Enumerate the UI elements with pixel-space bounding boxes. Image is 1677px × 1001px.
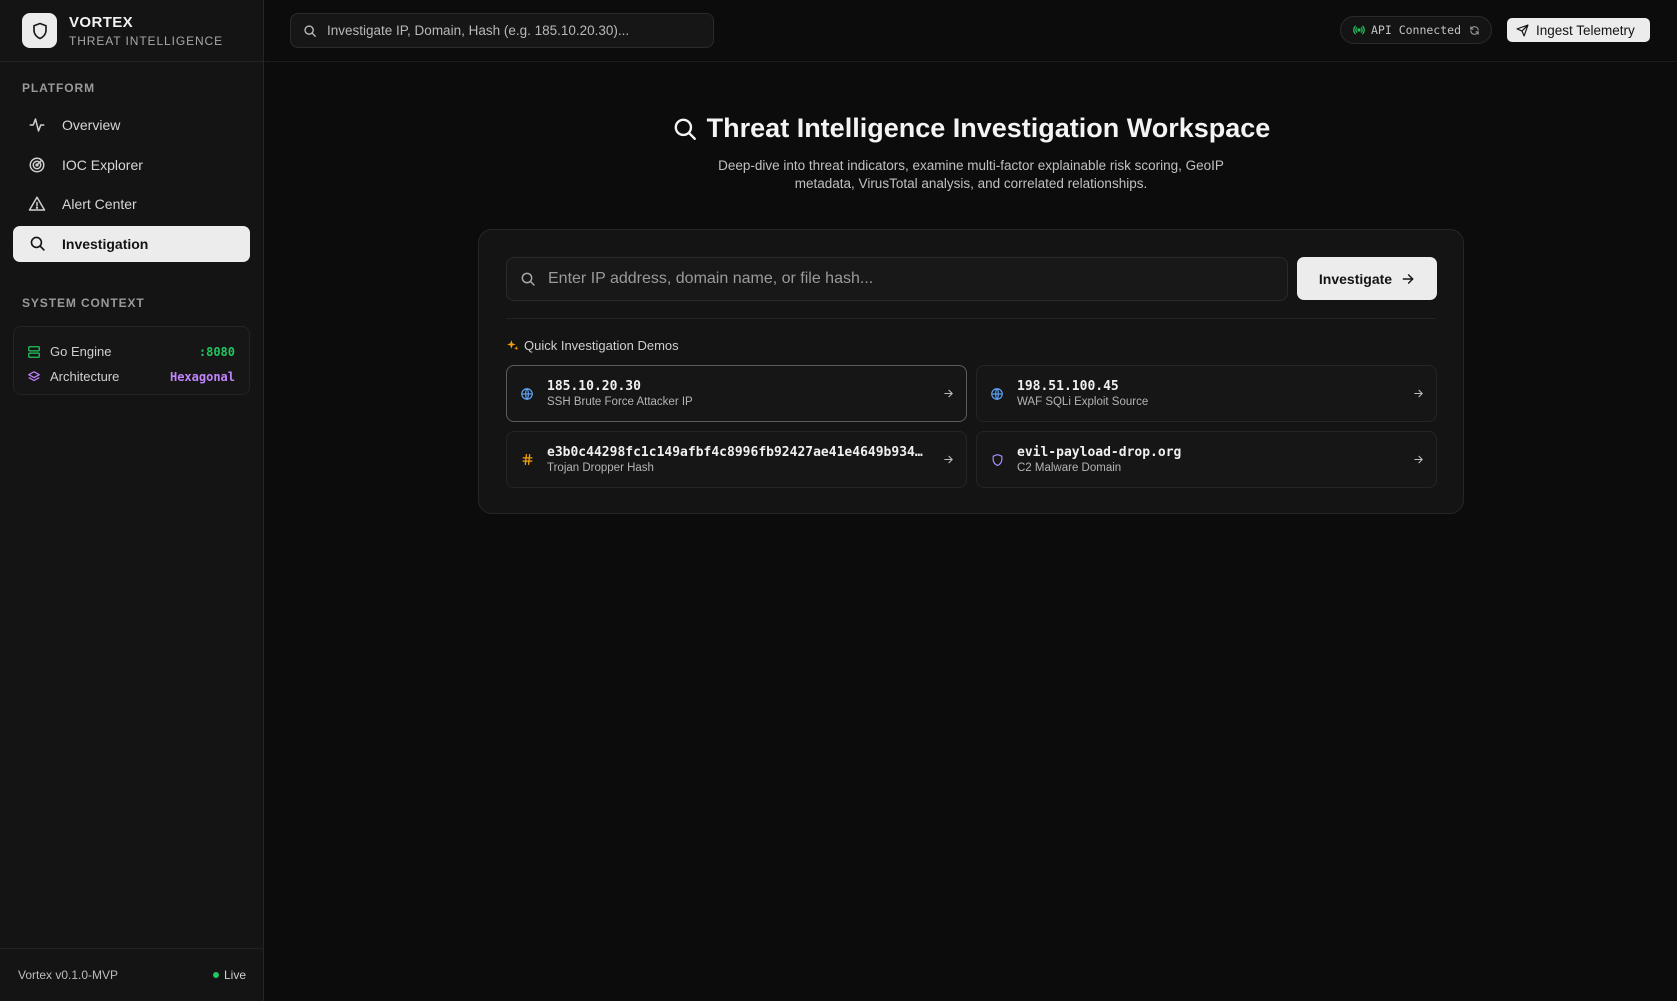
global-search[interactable] (290, 13, 714, 48)
demo-card-trojan-hash[interactable]: e3b0c44298fc1c149afbf4c8996fb92427ae41e4… (506, 431, 967, 488)
demo-description: C2 Malware Domain (1017, 462, 1122, 474)
demo-card-c2-domain[interactable]: evil-payload-drop.org C2 Malware Domain (976, 431, 1437, 488)
arrow-right-icon (1400, 388, 1436, 399)
arrow-right-icon (930, 454, 966, 465)
live-status-label: Live (223, 968, 246, 982)
sparkles-icon (506, 339, 519, 352)
sidebar-item-label: Alert Center (62, 196, 137, 212)
page-title-text: Threat Intelligence Investigation Worksp… (706, 113, 1271, 143)
context-value: Hexagonal (169, 369, 235, 384)
quick-demos-label: Quick Investigation Demos (506, 338, 679, 353)
ingest-telemetry-label: Ingest Telemetry (1536, 22, 1635, 38)
demo-value: e3b0c44298fc1c149afbf4c8996fb92427ae41e4… (547, 445, 930, 460)
quick-demos-label-text: Quick Investigation Demos (524, 338, 679, 353)
context-label: Go Engine (50, 344, 112, 359)
context-row-architecture: Architecture Hexagonal (27, 364, 235, 389)
search-icon (520, 271, 536, 287)
demo-value: 185.10.20.30 (547, 379, 641, 394)
page-title: Threat Intelligence Investigation Worksp… (672, 113, 1271, 144)
hash-icon (519, 453, 535, 466)
globe-icon (519, 387, 535, 401)
indicator-search[interactable] (506, 257, 1288, 301)
broadcast-icon (1353, 24, 1365, 36)
globe-icon (989, 387, 1005, 401)
context-label: Architecture (50, 369, 120, 384)
ingest-telemetry-button[interactable]: Ingest Telemetry (1507, 18, 1650, 42)
page-description: Deep-dive into threat indicators, examin… (718, 157, 1224, 191)
demo-card-ssh-brute-force[interactable]: 185.10.20.30 SSH Brute Force Attacker IP (506, 365, 967, 422)
sidebar: VORTEX THREAT INTELLIGENCE PLATFORM Over… (0, 0, 264, 1001)
sidebar-item-ioc-explorer[interactable]: IOC Explorer (13, 147, 250, 183)
card-divider (506, 318, 1436, 319)
arrow-right-icon (1400, 454, 1436, 465)
alert-triangle-icon (27, 194, 47, 214)
demo-description: SSH Brute Force Attacker IP (547, 396, 693, 408)
demo-description: WAF SQLi Exploit Source (1017, 396, 1149, 408)
demo-description: Trojan Dropper Hash (547, 462, 654, 474)
sidebar-footer: Vortex v0.1.0-MVP Live (0, 948, 264, 1001)
search-icon (672, 116, 698, 142)
topbar: API Connected Ingest Telemetry (265, 0, 1677, 62)
brand-subtitle: THREAT INTELLIGENCE (69, 33, 224, 48)
demo-value: 198.51.100.45 (1017, 379, 1119, 394)
workspace-header: Threat Intelligence Investigation Worksp… (265, 113, 1677, 193)
version-label: Vortex v0.1.0-MVP (18, 968, 119, 982)
sidebar-item-overview[interactable]: Overview (13, 107, 250, 143)
search-icon (27, 234, 47, 254)
demo-card-waf-sqli[interactable]: 198.51.100.45 WAF SQLi Exploit Source (976, 365, 1437, 422)
system-context-label: SYSTEM CONTEXT (22, 296, 145, 310)
context-value: :8080 (198, 344, 235, 359)
shield-icon (989, 453, 1005, 467)
investigate-button-label: Investigate (1318, 270, 1393, 287)
layers-icon (27, 370, 41, 384)
global-search-input[interactable] (327, 23, 713, 38)
sidebar-item-label: Investigation (62, 235, 149, 252)
activity-icon (27, 115, 47, 135)
sidebar-item-label: Overview (62, 117, 121, 133)
search-icon (303, 24, 317, 38)
refresh-icon[interactable] (1469, 25, 1480, 36)
demo-value: evil-payload-drop.org (1017, 445, 1182, 460)
context-row-go-engine: Go Engine :8080 (27, 339, 235, 364)
shield-logo-icon (22, 13, 57, 48)
status-dot-icon (212, 972, 219, 978)
sidebar-item-label: IOC Explorer (62, 156, 143, 173)
brand-name: VORTEX (69, 13, 134, 31)
platform-section-label: PLATFORM (22, 81, 95, 95)
investigation-card: Investigate Quick Investigation Demos 18… (478, 229, 1464, 514)
server-icon (27, 345, 41, 359)
live-status: Live (212, 968, 246, 982)
send-icon (1516, 23, 1529, 37)
system-context-panel: Go Engine :8080 Architecture Hexagonal (13, 326, 250, 395)
api-status-badge[interactable]: API Connected (1340, 16, 1492, 44)
api-status-label: API Connected (1371, 23, 1462, 37)
brand: VORTEX THREAT INTELLIGENCE (0, 0, 263, 62)
investigate-button[interactable]: Investigate (1297, 257, 1437, 300)
radar-icon (27, 155, 47, 175)
indicator-search-input[interactable] (548, 270, 1287, 288)
arrow-right-icon (1401, 272, 1415, 286)
sidebar-nav: Overview IOC Explorer Alert Center Inves… (13, 107, 250, 265)
sidebar-item-alert-center[interactable]: Alert Center (13, 186, 250, 222)
arrow-right-icon (930, 388, 966, 399)
sidebar-item-investigation[interactable]: Investigation (13, 225, 250, 262)
